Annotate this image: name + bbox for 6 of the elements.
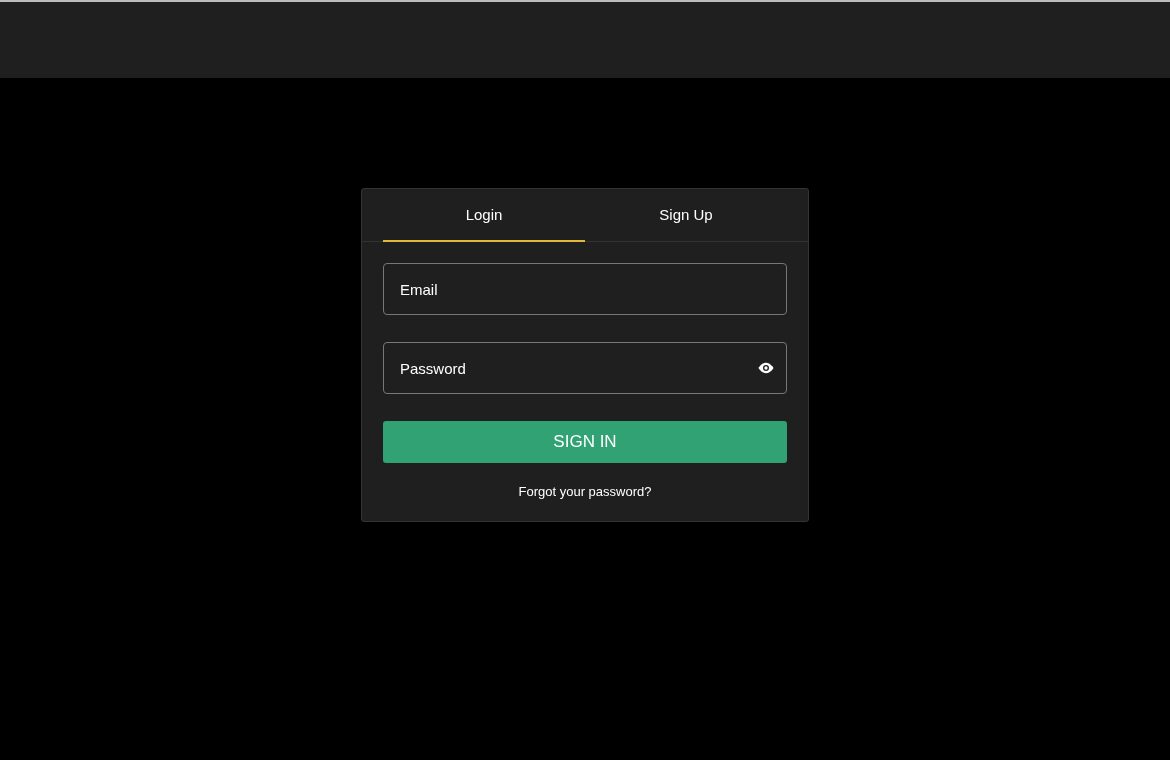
eye-icon[interactable] [757, 362, 775, 374]
tab[interactable]: Sign Up [585, 189, 787, 242]
forgot-password-link[interactable]: Forgot your password? [518, 484, 652, 499]
email-field[interactable]: Email [383, 263, 787, 315]
tab[interactable]: Login [383, 189, 585, 242]
password-field[interactable]: Password [383, 342, 787, 394]
